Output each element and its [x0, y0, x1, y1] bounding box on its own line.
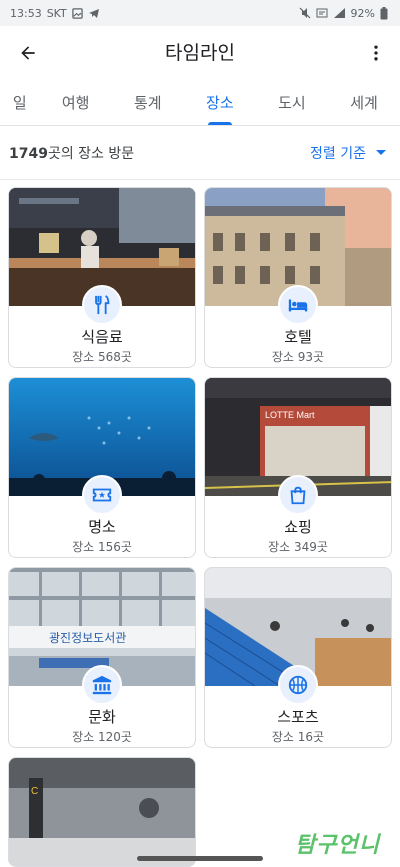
- volte-icon: [316, 7, 328, 19]
- tab-trips[interactable]: 여행: [40, 80, 112, 125]
- library-sign: 광진정보도서관: [49, 631, 126, 645]
- attraction-ticket-icon: [92, 488, 112, 502]
- more-options-button[interactable]: [360, 37, 392, 69]
- sort-dropdown[interactable]: 정렬 기준: [310, 143, 386, 163]
- category-name: 쇼핑: [284, 518, 312, 536]
- category-name: 호텔: [284, 328, 312, 346]
- shopping-badge: [278, 475, 318, 515]
- category-card-hotel[interactable]: 호텔 장소 93곳: [204, 187, 392, 368]
- page-title: 타임라인: [165, 42, 235, 64]
- category-grid: 식음료 장소 568곳 호텔 장소 93곳 명소 장소 156곳 LOTTE M…: [0, 180, 400, 867]
- category-card-food[interactable]: 식음료 장소 568곳: [8, 187, 196, 368]
- hotel-bed-icon: [288, 299, 308, 312]
- category-count: 장소 120곳: [72, 730, 132, 744]
- sports-badge: [278, 665, 318, 705]
- category-count: 장소 16곳: [271, 730, 325, 744]
- back-button[interactable]: [12, 37, 44, 69]
- category-count: 장소 568곳: [72, 350, 132, 364]
- tab-world[interactable]: 세계: [328, 80, 400, 125]
- category-count: 장소 349곳: [268, 540, 328, 554]
- sort-label: 정렬 기준: [310, 145, 366, 162]
- sports-ball-icon: [288, 675, 308, 695]
- app-bar: 타임라인: [0, 26, 400, 80]
- category-card-shopping[interactable]: LOTTE Mart 쇼핑 장소 349곳: [204, 377, 392, 558]
- category-name: 스포츠: [277, 708, 319, 726]
- category-card-culture[interactable]: 광진정보도서관 문화 장소 120곳: [8, 567, 196, 748]
- restaurant-badge: [82, 285, 122, 325]
- tab-bar: 일 여행 통계 장소 도시 세계: [0, 80, 400, 126]
- status-bar: 13:53 SKT 92%: [0, 0, 400, 26]
- svg-text:C: C: [31, 786, 38, 797]
- battery-percent: 92%: [350, 6, 375, 20]
- status-left: 13:53 SKT: [10, 7, 100, 20]
- culture-badge: [82, 665, 122, 705]
- signal-icon: [333, 7, 346, 19]
- restaurant-icon: [95, 295, 110, 315]
- visited-count: 1749: [9, 145, 48, 162]
- telegram-icon: [88, 8, 100, 19]
- tab-insights[interactable]: 통계: [112, 80, 184, 125]
- category-name: 식음료: [81, 328, 123, 346]
- visited-suffix: 곳의 장소 방문: [47, 145, 135, 162]
- lotte-sign: LOTTE Mart: [265, 410, 315, 420]
- tab-day[interactable]: 일: [0, 80, 40, 125]
- status-carrier: SKT: [46, 6, 67, 20]
- hotel-badge: [278, 285, 318, 325]
- category-card-attractions[interactable]: 명소 장소 156곳: [8, 377, 196, 558]
- category-count: 장소 156곳: [72, 540, 132, 554]
- more-vert-icon: [374, 45, 378, 61]
- watermark: 탐구언니: [295, 833, 380, 858]
- airport-photo: C: [9, 758, 195, 866]
- summary-row: 1749곳의 장소 방문 정렬 기준: [0, 126, 400, 180]
- shopping-bag-icon: [290, 486, 306, 505]
- status-time: 13:53: [10, 6, 42, 20]
- nav-handle[interactable]: [137, 856, 263, 861]
- category-name: 문화: [88, 708, 116, 726]
- visited-places-summary: 1749곳의 장소 방문: [9, 143, 134, 163]
- gallery-icon: [72, 7, 83, 19]
- tab-cities[interactable]: 도시: [256, 80, 328, 125]
- status-right: 92%: [299, 6, 388, 20]
- category-card-sports[interactable]: 스포츠 장소 16곳: [204, 567, 392, 748]
- category-name: 명소: [88, 518, 116, 536]
- tab-places[interactable]: 장소: [184, 80, 256, 125]
- dropdown-arrow-icon: [376, 150, 386, 155]
- category-card-partial[interactable]: C: [8, 757, 196, 867]
- mute-icon: [299, 7, 311, 19]
- battery-icon: [380, 6, 388, 20]
- arrow-back-icon: [21, 46, 35, 60]
- attractions-badge: [82, 475, 122, 515]
- museum-icon: [92, 675, 112, 695]
- category-count: 장소 93곳: [271, 350, 325, 364]
